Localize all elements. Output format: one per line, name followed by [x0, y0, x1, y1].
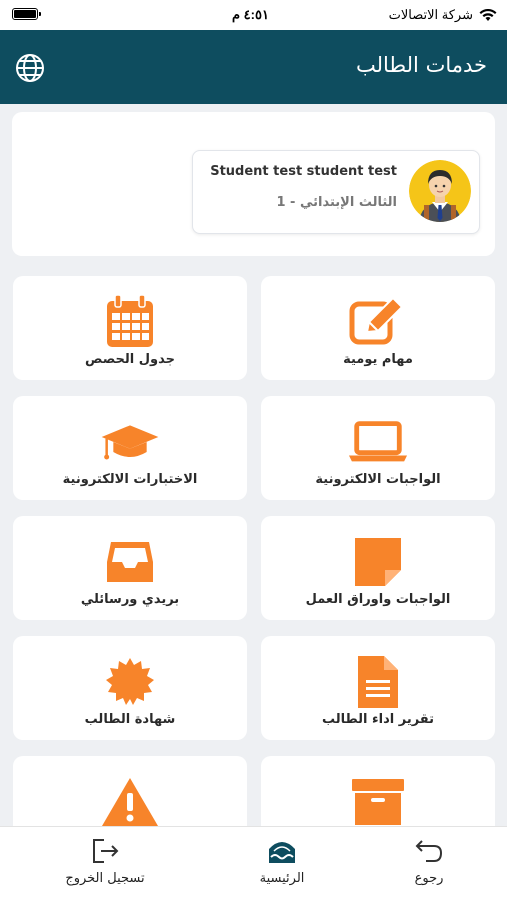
home-icon [222, 835, 342, 867]
tile-electronic-exams[interactable]: الاختبارات الالكترونية [13, 396, 247, 500]
back-arrow-icon [369, 835, 489, 867]
language-globe-icon[interactable] [14, 52, 46, 84]
tile-label: الواجبات واوراق العمل [305, 592, 451, 607]
profile-panel: Student test student test الثالث الإبتدا… [12, 112, 495, 256]
home-button[interactable]: الرئيسية [222, 835, 342, 895]
tile-archive[interactable] [261, 756, 495, 836]
back-button[interactable]: رجوع [369, 835, 489, 895]
tile-homework-worksheets[interactable]: الواجبات واوراق العمل [261, 516, 495, 620]
tile-label: تقرير اداء الطالب [321, 712, 435, 727]
battery-icon [12, 8, 41, 20]
inbox-icon [100, 532, 160, 592]
carrier-name: شركة الاتصالات [388, 7, 473, 22]
edit-icon [348, 292, 408, 352]
laptop-icon [348, 412, 408, 472]
tile-label: الاختبارات الالكترونية [62, 472, 198, 487]
student-profile-card[interactable]: Student test student test الثالث الإبتدا… [192, 150, 480, 234]
tile-label: بريدي ورسائلي [80, 592, 180, 607]
calendar-icon [100, 292, 160, 352]
student-name: Student test student test [210, 164, 397, 179]
page-title: خدمات الطالب [356, 53, 487, 77]
tile-performance-report[interactable]: تقرير اداء الطالب [261, 636, 495, 740]
logout-label: تسجيل الخروج [65, 871, 145, 886]
logout-button[interactable]: تسجيل الخروج [45, 835, 165, 895]
tile-label: مهام يومية [343, 352, 413, 367]
tile-label: جدول الحصص [84, 352, 176, 367]
back-label: رجوع [414, 871, 444, 886]
tile-student-certificate[interactable]: شهادة الطالب [13, 636, 247, 740]
status-bar: ٤:٥١ م شركة الاتصالات [0, 0, 507, 30]
tile-label: الواجبات الالكترونية [315, 472, 441, 487]
student-grade: الثالث الإبتدائي - 1 [276, 195, 397, 210]
wifi-icon [479, 8, 497, 21]
archive-box-icon [348, 772, 408, 832]
certificate-icon [100, 652, 160, 712]
status-right: شركة الاتصالات [389, 7, 497, 23]
tile-my-mail[interactable]: بريدي ورسائلي [13, 516, 247, 620]
status-time: ٤:٥١ م [232, 7, 269, 22]
document-icon [348, 652, 408, 712]
student-avatar [409, 160, 471, 222]
tile-warnings[interactable] [13, 756, 247, 836]
bottom-nav-bar: تسجيل الخروج الرئيسية رجوع [0, 826, 507, 900]
home-label: الرئيسية [259, 871, 305, 886]
tile-electronic-homework[interactable]: الواجبات الالكترونية [261, 396, 495, 500]
tile-label: شهادة الطالب [84, 712, 176, 727]
tile-daily-tasks[interactable]: مهام يومية [261, 276, 495, 380]
sticky-note-icon [348, 532, 408, 592]
logout-icon [45, 835, 165, 867]
app-header: خدمات الطالب [0, 30, 507, 104]
warning-icon [100, 772, 160, 832]
tile-class-schedule[interactable]: جدول الحصص [13, 276, 247, 380]
graduation-cap-icon [100, 412, 160, 472]
